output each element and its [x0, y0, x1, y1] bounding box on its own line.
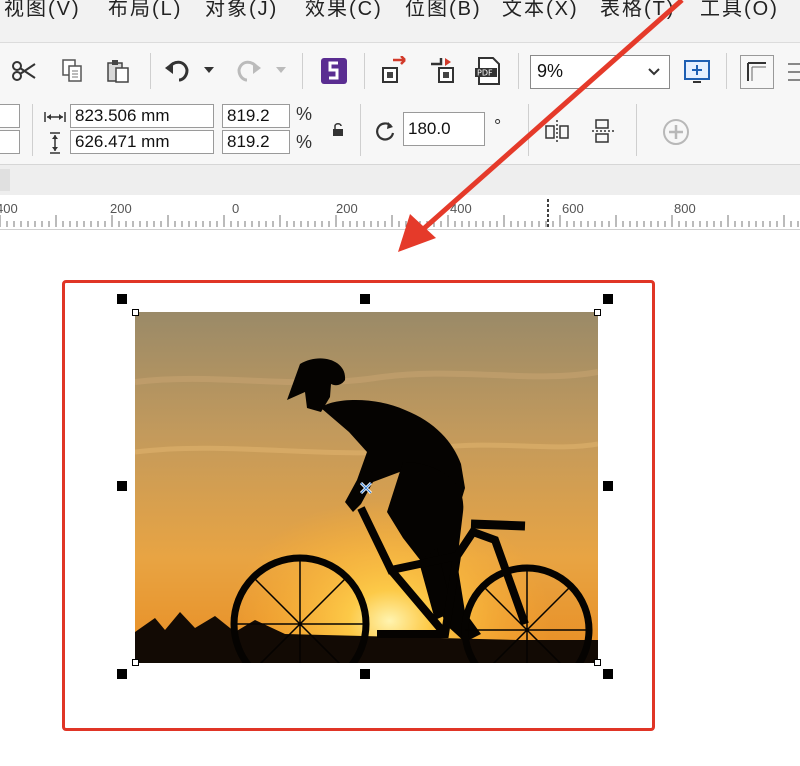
annotation-arrow-icon	[398, 0, 684, 252]
